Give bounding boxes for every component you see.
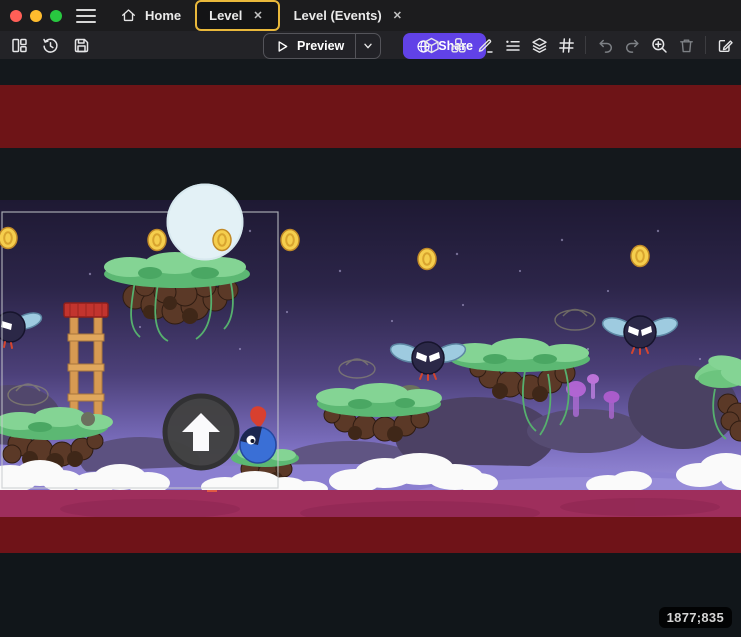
tab-label: Level (Events) <box>294 8 382 23</box>
editor-toolbar: Preview Share <box>0 31 741 59</box>
titlebar: Home Level ✕ Level (Events) ✕ <box>0 0 741 31</box>
tab-bar: Home Level ✕ Level (Events) ✕ <box>108 0 417 31</box>
undo-icon[interactable] <box>594 34 616 56</box>
tab-label: Level <box>209 8 242 23</box>
close-tab-icon[interactable]: ✕ <box>390 8 405 23</box>
redo-icon[interactable] <box>621 34 643 56</box>
instances-list-icon[interactable] <box>501 34 523 56</box>
jump-button[interactable] <box>165 396 237 468</box>
coin <box>631 246 649 267</box>
bottom-bands[interactable] <box>0 490 741 637</box>
history-icon[interactable] <box>39 34 61 56</box>
preview-options-button[interactable] <box>355 34 380 58</box>
zoom-window-button[interactable] <box>50 10 62 22</box>
tab-label: Home <box>145 8 181 23</box>
gdevelop-window: Home Level ✕ Level (Events) ✕ <box>0 0 741 637</box>
coin <box>0 228 17 249</box>
scene-editor-canvas[interactable]: 1877;835 <box>0 59 741 637</box>
grid-icon[interactable] <box>555 34 577 56</box>
project-manager-icon[interactable] <box>8 34 30 56</box>
minimize-window-button[interactable] <box>30 10 42 22</box>
coin <box>213 230 231 251</box>
objects-panel-icon[interactable] <box>420 34 442 56</box>
coin <box>148 230 166 251</box>
save-icon[interactable] <box>70 34 92 56</box>
toolbar-right-group <box>420 31 736 59</box>
scene-render <box>0 59 741 637</box>
moon[interactable] <box>167 184 244 261</box>
tab-level-events[interactable]: Level (Events) ✕ <box>282 2 417 29</box>
object-groups-icon[interactable] <box>447 34 469 56</box>
preview-label: Preview <box>297 39 344 53</box>
close-window-button[interactable] <box>10 10 22 22</box>
close-tab-icon[interactable]: ✕ <box>250 8 265 23</box>
preview-button[interactable]: Preview <box>264 34 355 58</box>
home-icon <box>120 7 137 24</box>
coin <box>281 230 299 251</box>
zoom-in-icon[interactable] <box>648 34 670 56</box>
main-menu-icon[interactable] <box>76 9 96 23</box>
edit-scene-properties-icon[interactable] <box>714 34 736 56</box>
edit-object-icon[interactable] <box>474 34 496 56</box>
layers-icon[interactable] <box>528 34 550 56</box>
coin <box>418 249 436 270</box>
delete-icon[interactable] <box>675 34 697 56</box>
top-red-band[interactable] <box>0 85 741 148</box>
toolbar-separator <box>585 36 586 54</box>
toolbar-separator <box>705 36 706 54</box>
chevron-down-icon <box>362 40 374 52</box>
traffic-lights <box>10 10 62 22</box>
toolbar-left-group <box>8 31 92 59</box>
play-icon <box>275 39 290 54</box>
tab-level[interactable]: Level ✕ <box>195 0 279 31</box>
preview-split-button: Preview <box>263 33 381 59</box>
tab-home[interactable]: Home <box>108 2 193 29</box>
cursor-coordinates: 1877;835 <box>659 607 732 628</box>
